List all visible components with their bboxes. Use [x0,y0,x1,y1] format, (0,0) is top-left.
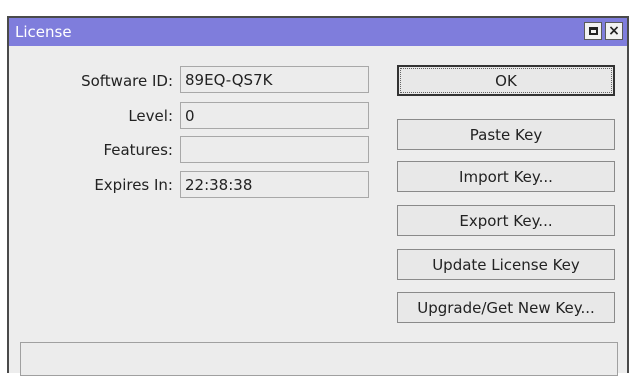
ok-button[interactable]: OK [397,65,615,96]
features-field[interactable] [180,136,369,163]
window-title: License [15,23,72,41]
export-key-button[interactable]: Export Key... [397,205,615,236]
maximize-icon [588,27,598,35]
upgrade-get-new-key-button[interactable]: Upgrade/Get New Key... [397,292,615,323]
level-label: Level: [128,107,173,125]
update-license-key-button[interactable]: Update License Key [397,249,615,280]
license-window: License × Software ID: Level: Features: … [7,16,629,376]
software-id-field[interactable]: 89EQ-QS7K [180,66,369,93]
status-bar [20,342,618,376]
features-label: Features: [103,141,173,159]
expires-in-field[interactable]: 22:38:38 [180,171,369,198]
level-field[interactable]: 0 [180,102,369,129]
paste-key-button[interactable]: Paste Key [397,119,615,150]
close-icon: × [608,23,620,39]
title-bar[interactable]: License × [9,18,627,46]
software-id-label: Software ID: [81,72,173,90]
maximize-button[interactable] [584,22,602,40]
close-button[interactable]: × [605,22,623,40]
import-key-button[interactable]: Import Key... [397,161,615,192]
expires-in-label: Expires In: [94,176,173,194]
